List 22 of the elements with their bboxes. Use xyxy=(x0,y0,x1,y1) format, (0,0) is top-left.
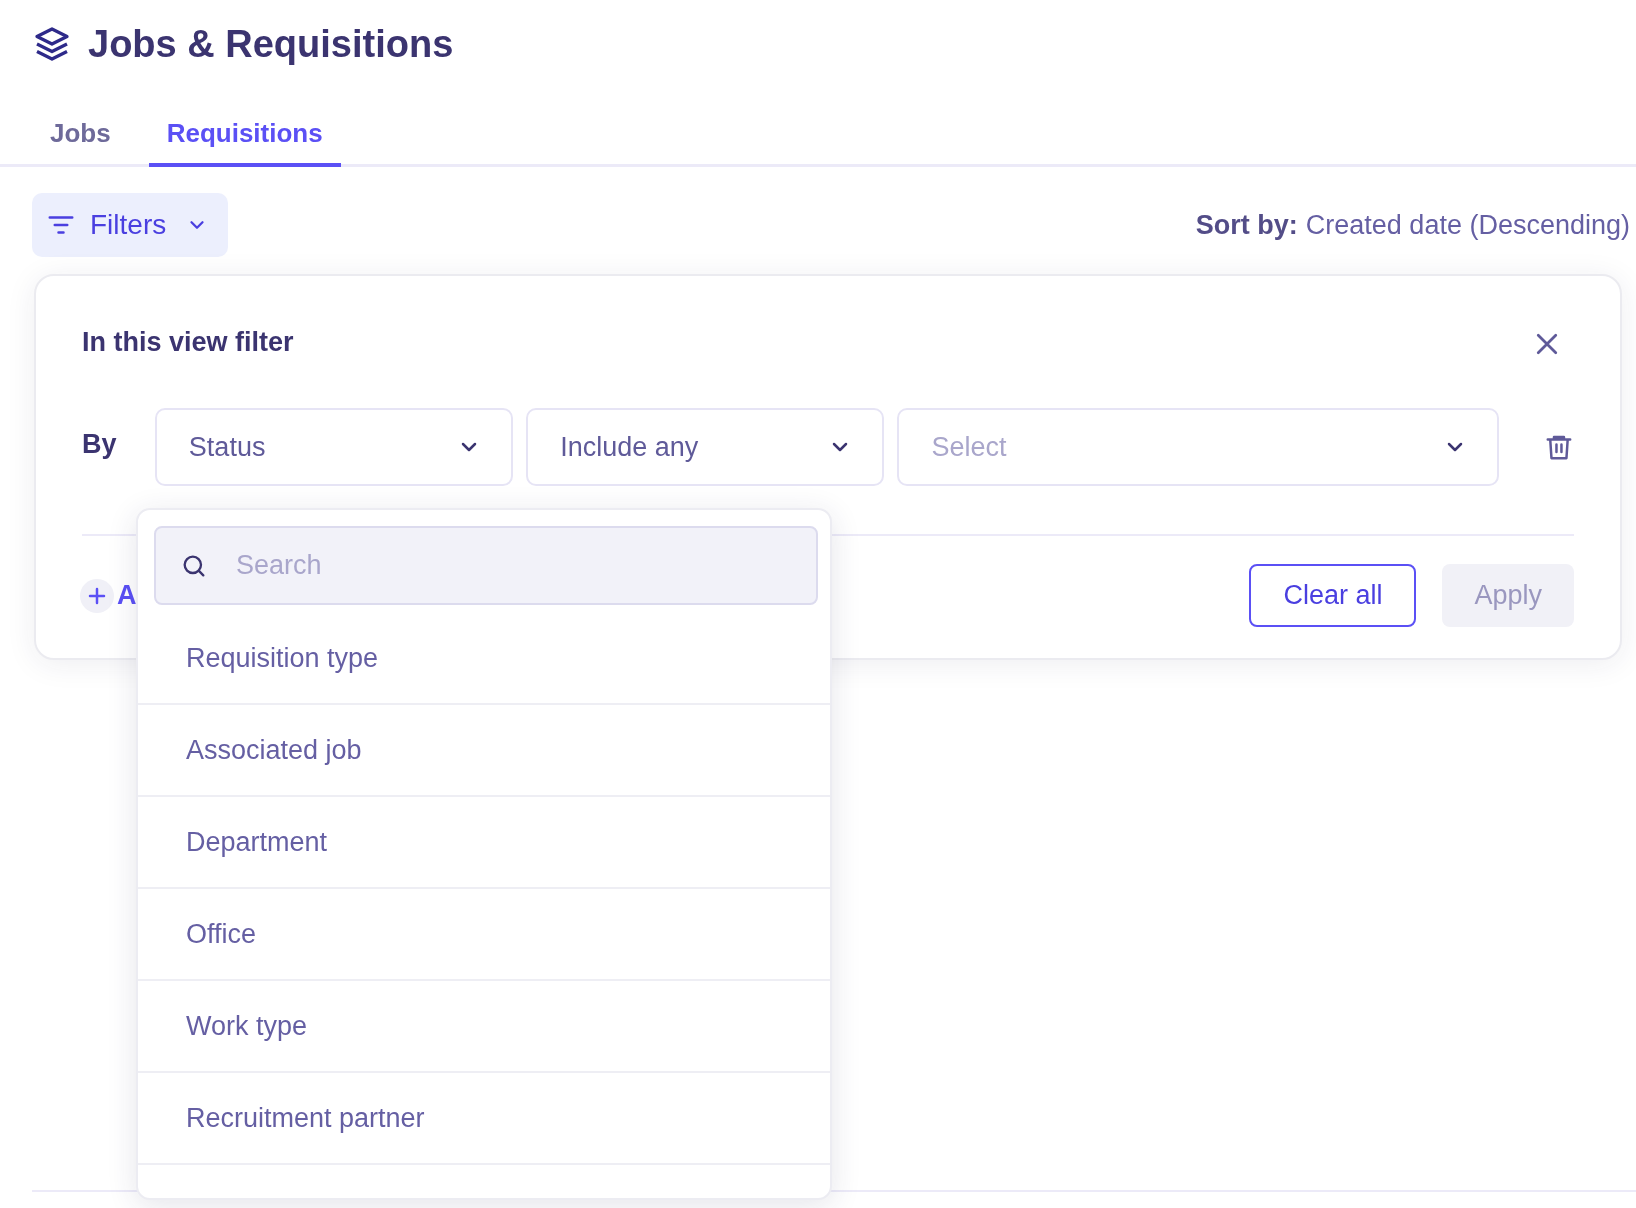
row-label: By xyxy=(82,428,118,460)
add-filter-button[interactable] xyxy=(80,578,114,613)
dropdown-option[interactable]: Associated job xyxy=(138,705,830,797)
dropdown-option[interactable]: Office xyxy=(138,889,830,981)
clear-all-button[interactable]: Clear all xyxy=(1249,564,1417,627)
sort-label: Sort by: xyxy=(1195,209,1298,240)
dropdown-option[interactable]: Requisition type xyxy=(138,613,830,705)
add-filter-link[interactable]: A xyxy=(117,580,137,611)
layers-icon xyxy=(32,24,72,64)
dropdown-option[interactable]: Work type xyxy=(138,981,830,1073)
panel-title: In this view filter xyxy=(82,326,294,358)
field-select[interactable]: Status xyxy=(154,408,514,486)
dropdown-option[interactable]: Department xyxy=(138,797,830,889)
sort-value[interactable]: Created date (Descending) xyxy=(1305,209,1630,240)
tab[interactable]: Jobs xyxy=(32,118,129,167)
page-title: Jobs & Requisitions xyxy=(88,22,454,66)
search-box[interactable]: Search xyxy=(154,526,818,605)
tab[interactable]: Requisitions xyxy=(148,118,341,167)
operator-select[interactable]: Include any xyxy=(526,408,885,486)
search-field[interactable]: Search xyxy=(234,528,792,603)
filters-button[interactable]: Filters xyxy=(32,193,229,257)
dropdown-option[interactable]: Recruitment partner xyxy=(138,1073,830,1165)
